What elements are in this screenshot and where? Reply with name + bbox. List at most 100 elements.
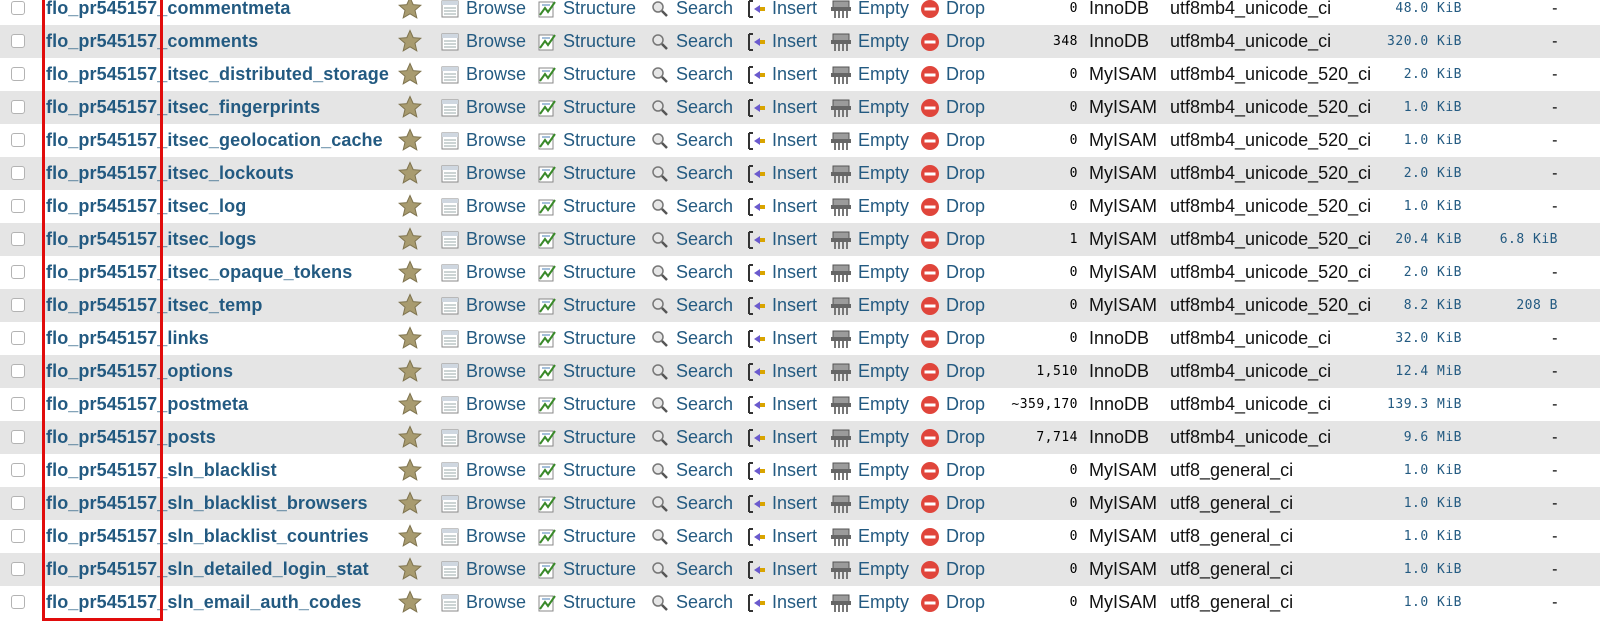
- table-name-link[interactable]: flo_pr545157_sln_blacklist_browsers: [46, 487, 368, 520]
- insert-link[interactable]: Insert: [746, 124, 817, 157]
- empty-link[interactable]: Empty: [830, 388, 909, 421]
- search-link[interactable]: Search: [650, 25, 733, 58]
- structure-link[interactable]: Structure: [537, 454, 636, 487]
- structure-link[interactable]: Structure: [537, 586, 636, 619]
- insert-link[interactable]: Insert: [746, 58, 817, 91]
- row-checkbox[interactable]: [11, 298, 25, 312]
- drop-link[interactable]: Drop: [920, 520, 985, 553]
- empty-link[interactable]: Empty: [830, 289, 909, 322]
- star-icon[interactable]: [397, 91, 423, 124]
- table-name-link[interactable]: flo_pr545157_itsec_lockouts: [46, 157, 294, 190]
- drop-link[interactable]: Drop: [920, 0, 985, 25]
- structure-link[interactable]: Structure: [537, 520, 636, 553]
- browse-link[interactable]: Browse: [440, 421, 526, 454]
- row-checkbox[interactable]: [11, 100, 25, 114]
- star-icon[interactable]: [397, 157, 423, 190]
- structure-link[interactable]: Structure: [537, 58, 636, 91]
- search-link[interactable]: Search: [650, 0, 733, 25]
- star-icon[interactable]: [397, 190, 423, 223]
- table-name-link[interactable]: flo_pr545157_sln_email_auth_codes: [46, 586, 361, 619]
- insert-link[interactable]: Insert: [746, 355, 817, 388]
- empty-link[interactable]: Empty: [830, 520, 909, 553]
- star-icon[interactable]: [397, 25, 423, 58]
- insert-link[interactable]: Insert: [746, 388, 817, 421]
- star-icon[interactable]: [397, 421, 423, 454]
- size-link[interactable]: 1.0 KiB: [1404, 91, 1462, 124]
- size-link[interactable]: 1.0 KiB: [1404, 553, 1462, 586]
- structure-link[interactable]: Structure: [537, 124, 636, 157]
- row-checkbox[interactable]: [11, 232, 25, 246]
- size-link[interactable]: 320.0 KiB: [1387, 25, 1462, 58]
- table-name-link[interactable]: flo_pr545157_sln_detailed_login_stat: [46, 553, 369, 586]
- search-link[interactable]: Search: [650, 520, 733, 553]
- size-link[interactable]: 20.4 KiB: [1395, 223, 1462, 256]
- size-link[interactable]: 8.2 KiB: [1404, 289, 1462, 322]
- table-name-link[interactable]: flo_pr545157_itsec_log: [46, 190, 246, 223]
- drop-link[interactable]: Drop: [920, 190, 985, 223]
- drop-link[interactable]: Drop: [920, 223, 985, 256]
- star-icon[interactable]: [397, 223, 423, 256]
- empty-link[interactable]: Empty: [830, 25, 909, 58]
- size-link[interactable]: 1.0 KiB: [1404, 586, 1462, 619]
- empty-link[interactable]: Empty: [830, 0, 909, 25]
- row-checkbox[interactable]: [11, 562, 25, 576]
- browse-link[interactable]: Browse: [440, 124, 526, 157]
- insert-link[interactable]: Insert: [746, 322, 817, 355]
- drop-link[interactable]: Drop: [920, 553, 985, 586]
- size-link[interactable]: 48.0 KiB: [1395, 0, 1462, 25]
- search-link[interactable]: Search: [650, 190, 733, 223]
- empty-link[interactable]: Empty: [830, 256, 909, 289]
- search-link[interactable]: Search: [650, 487, 733, 520]
- empty-link[interactable]: Empty: [830, 190, 909, 223]
- structure-link[interactable]: Structure: [537, 289, 636, 322]
- browse-link[interactable]: Browse: [440, 91, 526, 124]
- browse-link[interactable]: Browse: [440, 0, 526, 25]
- insert-link[interactable]: Insert: [746, 520, 817, 553]
- search-link[interactable]: Search: [650, 355, 733, 388]
- table-name-link[interactable]: flo_pr545157_postmeta: [46, 388, 248, 421]
- table-name-link[interactable]: flo_pr545157_comments: [46, 25, 258, 58]
- browse-link[interactable]: Browse: [440, 289, 526, 322]
- insert-link[interactable]: Insert: [746, 256, 817, 289]
- size-link[interactable]: 1.0 KiB: [1404, 190, 1462, 223]
- star-icon[interactable]: [397, 355, 423, 388]
- browse-link[interactable]: Browse: [440, 586, 526, 619]
- browse-link[interactable]: Browse: [440, 190, 526, 223]
- row-checkbox[interactable]: [11, 331, 25, 345]
- structure-link[interactable]: Structure: [537, 553, 636, 586]
- table-name-link[interactable]: flo_pr545157_itsec_logs: [46, 223, 256, 256]
- star-icon[interactable]: [397, 487, 423, 520]
- insert-link[interactable]: Insert: [746, 553, 817, 586]
- empty-link[interactable]: Empty: [830, 223, 909, 256]
- row-checkbox[interactable]: [11, 67, 25, 81]
- drop-link[interactable]: Drop: [920, 157, 985, 190]
- search-link[interactable]: Search: [650, 553, 733, 586]
- star-icon[interactable]: [397, 454, 423, 487]
- drop-link[interactable]: Drop: [920, 58, 985, 91]
- browse-link[interactable]: Browse: [440, 487, 526, 520]
- browse-link[interactable]: Browse: [440, 355, 526, 388]
- drop-link[interactable]: Drop: [920, 289, 985, 322]
- drop-link[interactable]: Drop: [920, 421, 985, 454]
- search-link[interactable]: Search: [650, 256, 733, 289]
- row-checkbox[interactable]: [11, 1, 25, 15]
- structure-link[interactable]: Structure: [537, 322, 636, 355]
- browse-link[interactable]: Browse: [440, 553, 526, 586]
- size-link[interactable]: 1.0 KiB: [1404, 487, 1462, 520]
- insert-link[interactable]: Insert: [746, 0, 817, 25]
- insert-link[interactable]: Insert: [746, 91, 817, 124]
- search-link[interactable]: Search: [650, 58, 733, 91]
- row-checkbox[interactable]: [11, 34, 25, 48]
- size-link[interactable]: 2.0 KiB: [1404, 157, 1462, 190]
- row-checkbox[interactable]: [11, 430, 25, 444]
- empty-link[interactable]: Empty: [830, 157, 909, 190]
- empty-link[interactable]: Empty: [830, 553, 909, 586]
- empty-link[interactable]: Empty: [830, 124, 909, 157]
- size-link[interactable]: 9.6 MiB: [1404, 421, 1462, 454]
- browse-link[interactable]: Browse: [440, 322, 526, 355]
- table-name-link[interactable]: flo_pr545157_itsec_distributed_storage: [46, 58, 389, 91]
- browse-link[interactable]: Browse: [440, 388, 526, 421]
- search-link[interactable]: Search: [650, 157, 733, 190]
- search-link[interactable]: Search: [650, 388, 733, 421]
- drop-link[interactable]: Drop: [920, 487, 985, 520]
